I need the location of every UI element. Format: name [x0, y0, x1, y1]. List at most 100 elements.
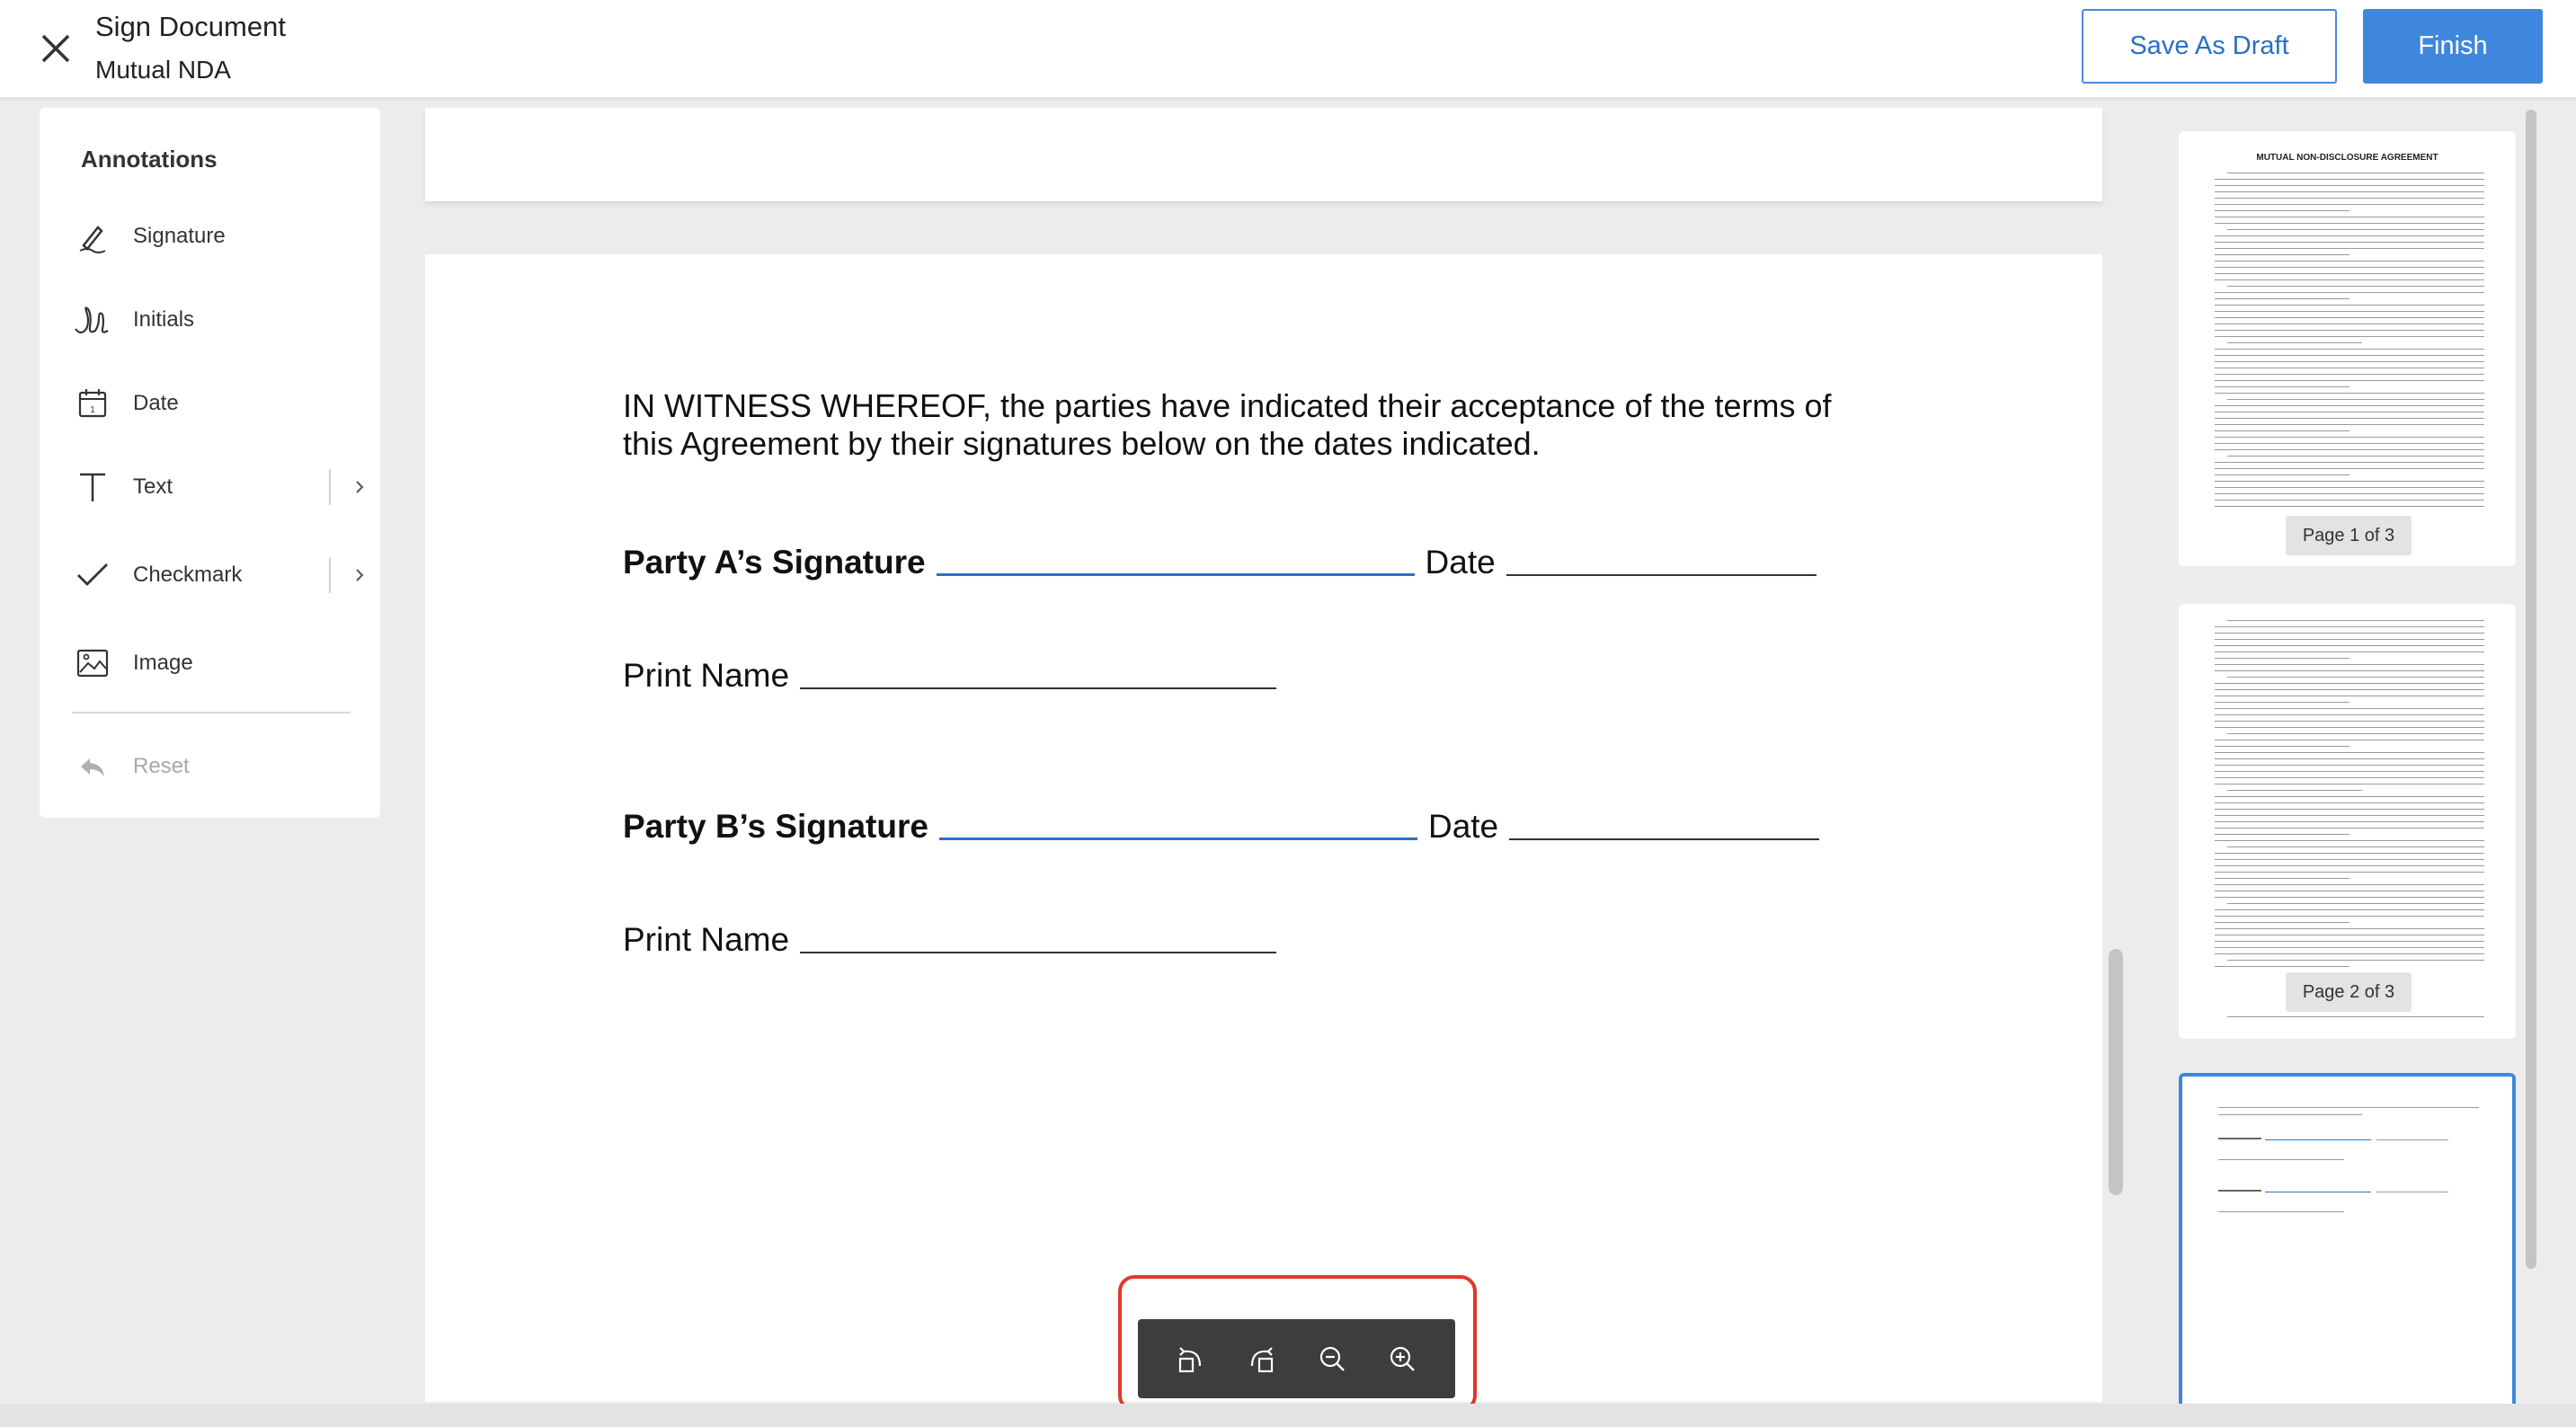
party-b-signature-field[interactable]: [938, 838, 1417, 840]
thumbnail-text-line: [2215, 645, 2484, 646]
annotations-panel: Annotations Signature Initials 1 Date Te…: [40, 108, 380, 818]
print-name-label: Print Name: [623, 657, 790, 694]
thumbnail-text-line: [2215, 953, 2484, 954]
thumbnail-text-line: [2227, 286, 2484, 287]
party-b-print-name-field[interactable]: [800, 952, 1277, 953]
thumbnail-text-line: [2215, 223, 2484, 224]
annotation-label: Initials: [133, 307, 195, 332]
party-a-date-field[interactable]: [1506, 574, 1817, 576]
thumbnail-text-line: [2215, 815, 2484, 816]
annotation-initials[interactable]: Initials: [72, 293, 360, 347]
previous-page: [425, 108, 2102, 201]
thumbnail-text-line: [2215, 210, 2349, 211]
annotation-label: Image: [133, 651, 193, 675]
thumbnail-scrollbar[interactable]: [2526, 110, 2536, 1269]
thumbnail-text-line: [2215, 721, 2484, 722]
document-scrollbar[interactable]: [2109, 949, 2123, 1195]
annotation-image[interactable]: Image: [72, 636, 360, 690]
party-a-print-name-row: Print Name: [623, 650, 1277, 695]
party-a-print-name-field[interactable]: [800, 687, 1277, 689]
thumbnail-text-line: [2215, 853, 2484, 854]
annotation-date[interactable]: 1 Date: [72, 377, 360, 430]
thumbnail-text-line: [2215, 317, 2484, 318]
panel-divider: [72, 712, 351, 714]
thumbnail-text-line: [2215, 374, 2484, 375]
chevron-right-icon[interactable]: [342, 469, 378, 505]
thumbnail-text-line: [2215, 777, 2484, 778]
thumbnail-text-line: [2215, 840, 2484, 841]
party-a-signature-label: Party A’s Signature: [623, 544, 926, 581]
page-thumbnail-1[interactable]: MUTUAL NON-DISCLOSURE AGREEMENT Page 1 o…: [2179, 131, 2516, 566]
thumbnail-text-line: [2215, 235, 2484, 236]
annotation-signature[interactable]: Signature: [72, 209, 360, 263]
divider: [329, 469, 331, 505]
close-icon[interactable]: [34, 27, 77, 70]
save-as-draft-button[interactable]: Save As Draft: [2082, 9, 2337, 84]
thumbnail-text-line: [2215, 248, 2484, 249]
chevron-right-icon[interactable]: [342, 557, 378, 593]
annotation-checkmark[interactable]: Checkmark: [72, 548, 364, 602]
thumbnail-text-line: [2227, 342, 2362, 343]
thumbnail-text-line: [2215, 185, 2484, 186]
thumbnail-text-line: [2215, 884, 2484, 885]
annotation-text[interactable]: Text: [72, 460, 364, 514]
date-label: Date: [1425, 544, 1496, 581]
thumbnail-text-line: [2215, 872, 2484, 873]
party-b-date-field[interactable]: [1509, 838, 1820, 840]
thumbnail-text-line: [2215, 966, 2349, 967]
annotation-label: Text: [133, 474, 173, 499]
zoom-in-icon[interactable]: [1379, 1335, 1426, 1382]
party-b-print-name-row: Print Name: [623, 914, 1277, 959]
document-name: Mutual NDA: [95, 56, 231, 84]
thumbnail-text-line: [2215, 493, 2484, 494]
thumbnail-text-line: [2227, 229, 2484, 230]
thumbnail-text-line: [2215, 708, 2484, 709]
thumbnail-text-line: [2215, 916, 2484, 917]
finish-button[interactable]: Finish: [2363, 9, 2543, 84]
thumbnail-text-line: [2227, 1016, 2484, 1017]
thumbnail-text-line: [2215, 336, 2484, 337]
page-toolbar: [1138, 1319, 1455, 1398]
zoom-out-icon[interactable]: [1309, 1335, 1355, 1382]
page-thumbnail-2[interactable]: Page 2 of 3: [2179, 604, 2516, 1039]
page-title: Sign Document: [95, 11, 286, 42]
thumbnail-text-line: [2215, 393, 2484, 394]
thumbnail-text-line: [2215, 771, 2484, 772]
thumbnail-text-line: [2215, 191, 2484, 192]
undo-icon: [72, 746, 113, 787]
thumbnail-text-line: [2215, 670, 2484, 671]
thumbnail-text-line: [2215, 462, 2484, 463]
thumbnail-text-line: [2215, 802, 2484, 803]
thumbnail-text-line: [2215, 658, 2349, 659]
thumbnail-text-line: [2215, 689, 2484, 690]
thumbnail-text-line: [2215, 437, 2484, 438]
party-b-signature-label: Party B’s Signature: [623, 808, 928, 845]
thumbnail-text-line: [2215, 449, 2484, 450]
party-a-signature-field[interactable]: [936, 573, 1415, 576]
thumbnail-text-line: [2227, 399, 2484, 400]
initials-icon: [72, 299, 113, 341]
thumbnail-text-line: [2215, 443, 2484, 444]
thumbnail-text-line: [2215, 947, 2484, 948]
thumbnail-text-line: [2215, 859, 2484, 860]
thumbnail-text-line: [2227, 677, 2484, 678]
thumbnail-text-line: [2215, 198, 2484, 199]
reset-button[interactable]: Reset: [72, 740, 360, 793]
annotation-label: Signature: [133, 224, 226, 248]
page-thumbnail-3[interactable]: [2179, 1073, 2516, 1414]
thumbnail-text-line: [2215, 941, 2484, 942]
rotate-right-icon[interactable]: [1238, 1335, 1284, 1382]
thumbnail-text-line: [2215, 267, 2484, 268]
thumbnail-text-line: [2215, 626, 2484, 627]
thumbnail-text-line: [2215, 349, 2484, 350]
rotate-left-icon[interactable]: [1168, 1335, 1214, 1382]
party-a-signature-row: Party A’s Signature Date: [623, 536, 1817, 581]
thumbnail-text-line: [2215, 430, 2349, 431]
thumbnail-text-line: [2215, 809, 2484, 810]
checkmark-icon: [72, 554, 113, 596]
divider: [329, 557, 331, 593]
thumbnail-text-line: [2215, 909, 2484, 910]
thumbnail-panel: MUTUAL NON-DISCLOSURE AGREEMENT Page 1 o…: [2128, 108, 2533, 1414]
thumbnail-text-line: [2215, 424, 2484, 425]
thumbnail-text-line: [2215, 752, 2484, 753]
